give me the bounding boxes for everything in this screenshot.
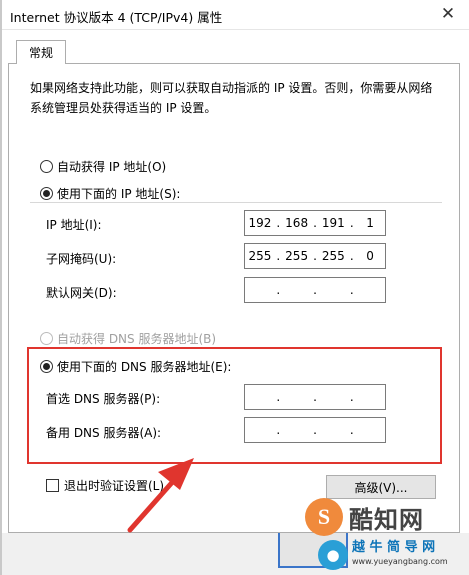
window-left-edge <box>0 0 2 575</box>
watermark-logo-icon: S <box>305 498 343 536</box>
watermark-yueyang: ● 越 牛 简 导 网 www.yueyangbang.com <box>318 536 468 574</box>
watermark-globe-icon: ● <box>318 540 348 570</box>
arrow-head <box>158 458 194 490</box>
red-arrow-annotation <box>127 458 194 533</box>
arrow-shaft <box>127 475 179 533</box>
watermark-cn-text: 越 牛 简 导 网 <box>352 540 436 555</box>
watermark-url-text: www.yueyangbang.com <box>352 557 448 566</box>
watermark-text: 酷知网 <box>349 505 424 534</box>
watermark-kuzhi: S 酷知网 <box>305 492 465 542</box>
